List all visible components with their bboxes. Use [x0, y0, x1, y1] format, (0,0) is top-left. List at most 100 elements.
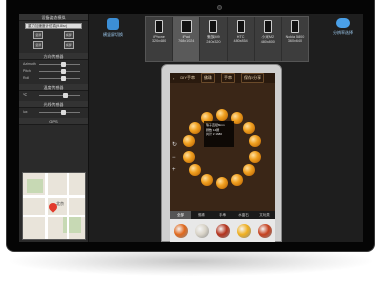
- back-icon[interactable]: ‹: [173, 76, 174, 81]
- tray-bead[interactable]: [173, 224, 188, 238]
- gravity-select[interactable]: 重力加速度计仿真(9.8/s²): [25, 23, 82, 29]
- slider-knob[interactable]: [61, 76, 66, 81]
- device-res: 360x640: [287, 39, 303, 43]
- tray-bead[interactable]: [194, 224, 209, 238]
- phone-frame: ‹ DIY手串 佛珠 手串 保存/分享 ↻ − + 珠子直径8mm 颗数 14颗…: [161, 64, 282, 242]
- bead[interactable]: [189, 121, 202, 134]
- nav-tab[interactable]: 佛珠: [201, 73, 216, 83]
- map-road: [23, 195, 85, 198]
- panel-header-orientation: 方向传感器: [19, 53, 88, 60]
- map-block: [27, 179, 43, 193]
- plus-icon[interactable]: +: [172, 167, 176, 173]
- bead[interactable]: [230, 173, 243, 186]
- device-res: 768x1024: [178, 39, 195, 43]
- portrait-button[interactable]: 竖屏: [33, 31, 44, 39]
- emulator-screen: 设备姿态模拟 重力加速度计仿真(9.8/s²) 竖屏 横屏 竖屏 横屏 方向传感…: [19, 14, 363, 242]
- map-road: [23, 215, 85, 217]
- phone-screen: ‹ DIY手串 佛珠 手串 保存/分享 ↻ − + 珠子直径8mm 颗数 14颗…: [170, 73, 275, 242]
- orientation-row: 竖屏 横屏: [23, 31, 84, 39]
- slider-light-label: lux: [23, 110, 28, 114]
- landscape-flip-button[interactable]: 横屏: [63, 41, 74, 49]
- bead[interactable]: [216, 177, 228, 189]
- device-res: 240x320: [206, 40, 221, 44]
- panel-header-light: 光线传感器: [19, 101, 88, 108]
- resolution-button[interactable]: 分辨率选择: [325, 18, 361, 36]
- stage: 设备姿态模拟 重力加速度计仿真(9.8/s²) 竖屏 横屏 竖屏 横屏 方向传感…: [0, 0, 381, 281]
- landscape-button[interactable]: 横屏: [63, 31, 74, 39]
- bead-tray: [170, 219, 275, 242]
- bead[interactable]: [242, 164, 255, 177]
- device-iphone[interactable]: iPhone 320x480: [146, 17, 174, 61]
- slider-knob[interactable]: [63, 93, 68, 98]
- category-tabs: 全部 佛珠 手串 水晶石 文玩类: [170, 211, 275, 219]
- slider-track: [39, 64, 80, 65]
- device-res: 480x800: [260, 40, 275, 44]
- tray-bead[interactable]: [215, 224, 230, 238]
- cloud-icon: [336, 18, 350, 28]
- device-res: 320x480: [152, 39, 167, 43]
- tray-bead[interactable]: [257, 224, 272, 238]
- map-label: 北京: [56, 201, 64, 206]
- nav-tab[interactable]: 手串: [221, 73, 236, 83]
- rotate-icon[interactable]: ↻: [172, 141, 177, 148]
- app-nav-bar: ‹ DIY手串 佛珠 手串 保存/分享: [170, 73, 275, 83]
- map-block: [63, 217, 81, 233]
- slider-pitch-label: Pitch: [23, 69, 31, 73]
- slider-track: [39, 95, 80, 96]
- slider-knob[interactable]: [61, 62, 66, 67]
- phone-icon: [155, 20, 164, 33]
- phone-icon: [209, 20, 218, 33]
- app-title: DIY手串: [180, 75, 196, 80]
- slider-roll-label: Roll: [23, 76, 30, 80]
- phone-icon: [290, 20, 299, 33]
- bead[interactable]: [242, 121, 255, 134]
- slider-temperature[interactable]: ℃: [23, 93, 84, 98]
- rotate-button[interactable]: 横竖屏切换: [99, 18, 127, 38]
- phone-icon: [263, 20, 272, 33]
- slider-light[interactable]: lux: [23, 110, 84, 115]
- bead[interactable]: [201, 173, 214, 186]
- bead[interactable]: [189, 164, 202, 177]
- tray-bead[interactable]: [236, 224, 251, 238]
- panel-header-gps: GPS: [19, 118, 88, 125]
- tablet-icon: [180, 20, 192, 33]
- slider-knob[interactable]: [61, 110, 66, 115]
- device-htc[interactable]: HTC 480x854: [228, 17, 255, 61]
- gps-map[interactable]: 北京: [22, 172, 86, 240]
- minus-icon[interactable]: −: [172, 155, 176, 161]
- category-tab[interactable]: 佛珠: [191, 211, 212, 219]
- rotate-icon: [107, 18, 119, 30]
- bead-info-tooltip: 珠子直径8mm 颗数 14颗 共计 ¥ 1680: [204, 121, 234, 147]
- device-nokia[interactable]: Nokia 5800 360x640: [282, 17, 308, 61]
- bead[interactable]: [249, 150, 262, 163]
- category-tab[interactable]: 水晶石: [233, 211, 254, 219]
- category-tab[interactable]: 文玩类: [254, 211, 275, 219]
- bead[interactable]: [216, 109, 228, 121]
- category-tab[interactable]: 手串: [212, 211, 233, 219]
- device-toolbar: 横竖屏切换 iPhone 320x480 iPad 768x1024 魅族M9 …: [89, 14, 363, 66]
- slider-pitch[interactable]: Pitch: [23, 69, 84, 74]
- device-selector: iPhone 320x480 iPad 768x1024 魅族M9 240x32…: [145, 16, 309, 62]
- slider-track: [39, 112, 80, 113]
- panel-header-tilt: 设备姿态模拟: [19, 14, 88, 21]
- orientation-row-2: 竖屏 横屏: [23, 41, 84, 49]
- slider-roll[interactable]: Roll: [23, 76, 84, 81]
- device-meizu[interactable]: 魅族M9 240x320: [200, 17, 228, 61]
- slider-knob[interactable]: [61, 69, 66, 74]
- nav-tab[interactable]: 保存/分享: [241, 73, 265, 83]
- device-res: 480x854: [233, 39, 248, 43]
- device-xiaomi[interactable]: 小米M2 480x800: [255, 17, 282, 61]
- bead[interactable]: [182, 150, 195, 163]
- sensor-panel: 设备姿态模拟 重力加速度计仿真(9.8/s²) 竖屏 横屏 竖屏 横屏 方向传感…: [19, 14, 89, 242]
- slider-temperature-label: ℃: [23, 93, 27, 97]
- category-tab[interactable]: 全部: [170, 211, 191, 219]
- bead[interactable]: [249, 135, 262, 148]
- panel-header-temperature: 温度传感器: [19, 84, 88, 91]
- slider-azimuth[interactable]: Azimuth: [23, 62, 84, 67]
- slider-track: [39, 71, 80, 72]
- bead[interactable]: [182, 135, 195, 148]
- phone-icon: [236, 20, 245, 33]
- portrait-flip-button[interactable]: 竖屏: [33, 41, 44, 49]
- device-ipad[interactable]: iPad 768x1024: [173, 17, 201, 61]
- slider-azimuth-label: Azimuth: [23, 62, 36, 66]
